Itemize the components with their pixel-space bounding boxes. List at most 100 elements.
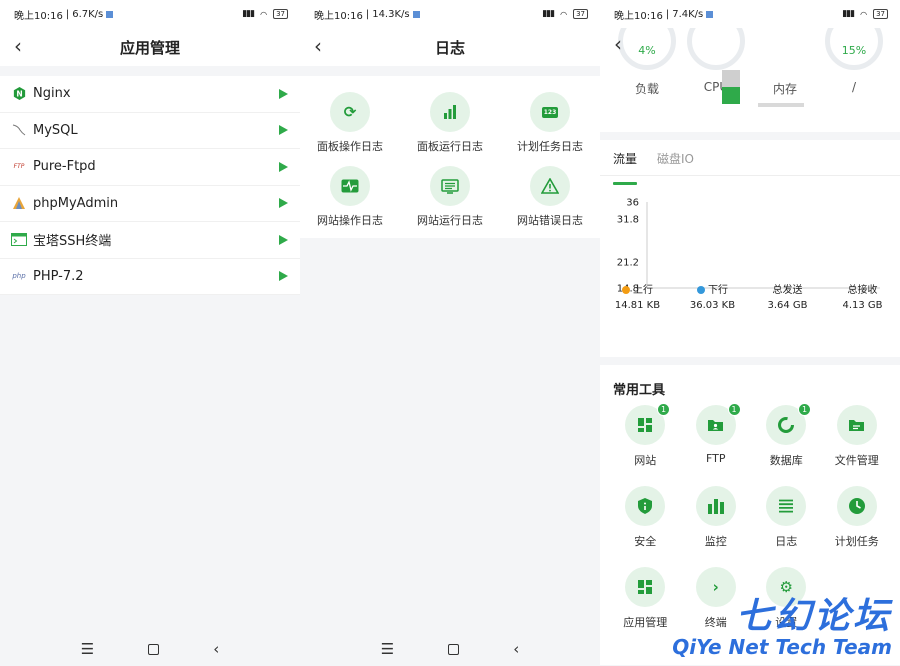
home-icon[interactable] bbox=[448, 643, 460, 655]
shield-icon bbox=[625, 486, 666, 526]
gauge-ring bbox=[756, 28, 814, 70]
svg-text:N: N bbox=[16, 90, 22, 99]
app-item-mysql[interactable]: MySQL bbox=[0, 113, 300, 149]
status-bar: 晚上10:16 | 7.4K/s ▮▮▮ ◠ 37 bbox=[600, 0, 900, 28]
calendar-icon: 123 bbox=[530, 92, 570, 132]
tool-label: 日志 bbox=[775, 535, 798, 548]
app-bar: ‹ 应用管理 bbox=[0, 28, 300, 66]
home-icon[interactable] bbox=[148, 643, 160, 655]
status-speed: 14.3K/s bbox=[372, 8, 410, 20]
tool-logs[interactable]: 日志 bbox=[751, 486, 822, 562]
log-label: 网站运行日志 bbox=[417, 214, 483, 227]
app-bar: ‹ 日志 bbox=[300, 28, 600, 66]
monitor-bars-icon bbox=[695, 486, 736, 526]
forum-watermark: 七幻论坛 QiYe Net Tech Team bbox=[672, 596, 892, 659]
stat-value: 4.13 GB bbox=[842, 300, 883, 311]
play-icon[interactable] bbox=[279, 88, 288, 99]
tool-label: 应用管理 bbox=[623, 616, 668, 629]
terminal-icon bbox=[10, 233, 28, 247]
log-item-panel-run[interactable]: 面板运行日志 bbox=[400, 92, 500, 154]
calendar-glyph: 123 bbox=[541, 106, 559, 118]
tool-monitor[interactable]: 监控 bbox=[681, 486, 752, 562]
tool-website[interactable]: 1 网站 bbox=[610, 403, 681, 481]
signal-icon: ▮▮▮ bbox=[542, 9, 555, 19]
app-item-pure-ftpd[interactable]: FTP Pure-Ftpd bbox=[0, 149, 300, 186]
tool-security[interactable]: 安全 bbox=[610, 486, 681, 562]
gauge-memory: 内存 bbox=[755, 28, 815, 97]
loading-indicator bbox=[722, 70, 740, 104]
tool-file-manager[interactable]: 文件管理 bbox=[822, 405, 893, 481]
log-item-site-run[interactable]: 网站运行日志 bbox=[400, 166, 500, 228]
system-nav-bar: ☰ ‹ bbox=[300, 632, 600, 666]
wifi-icon: ◠ bbox=[260, 9, 268, 19]
stat-download: 下行 36.03 KB bbox=[675, 283, 750, 313]
logs-screen: 晚上10:16 | 14.3K/s ▮▮▮ ◠ 37 ‹ 日志 ⟳ 面板操作日志 面板运… bbox=[300, 0, 600, 666]
gauge-label: / bbox=[851, 80, 857, 94]
chart-y-tick-label: 36 bbox=[626, 198, 639, 209]
log-label: 面板操作日志 bbox=[317, 140, 383, 153]
log-item-cron[interactable]: 123 计划任务日志 bbox=[500, 92, 600, 154]
tool-cron[interactable]: 计划任务 bbox=[822, 486, 893, 562]
back-arrow-icon[interactable]: ‹ bbox=[14, 36, 22, 56]
log-grid: ⟳ 面板操作日志 面板运行日志 123 计划任务日志 网站操作日志 网站运行日志… bbox=[300, 76, 600, 238]
chart-y-tick-label: 21.2 bbox=[617, 258, 639, 269]
tool-database[interactable]: 1 数据库 bbox=[751, 403, 822, 481]
app-item-ssh-terminal[interactable]: 宝塔SSH终端 bbox=[0, 222, 300, 259]
play-icon[interactable] bbox=[279, 234, 288, 245]
tool-app-manager[interactable]: 应用管理 bbox=[610, 567, 681, 643]
back-arrow-icon[interactable]: ‹ bbox=[314, 36, 322, 56]
notification-icon bbox=[106, 10, 114, 18]
tool-ftp[interactable]: 1 FTP bbox=[681, 403, 752, 481]
ftp-icon: FTP bbox=[13, 163, 25, 171]
page-title: 应用管理 bbox=[119, 38, 180, 57]
app-list: N Nginx MySQL FTP Pure-Ftpd phpMyAdmin 宝… bbox=[0, 76, 300, 295]
signal-icon: ▮▮▮ bbox=[842, 9, 855, 19]
download-dot-icon bbox=[697, 286, 705, 294]
back-nav-icon[interactable]: ‹ bbox=[513, 640, 519, 658]
app-manager-screen: 晚上10:16 | 6.7K/s ▮▮▮ ◠ 37 ‹ 应用管理 N Nginx MyS… bbox=[0, 0, 300, 666]
wifi-icon: ◠ bbox=[860, 9, 868, 19]
app-item-phpmyadmin[interactable]: phpMyAdmin bbox=[0, 186, 300, 222]
log-item-site-operation[interactable]: 网站操作日志 bbox=[300, 166, 400, 228]
battery-icon: 37 bbox=[573, 9, 588, 19]
app-name: Nginx bbox=[33, 86, 71, 102]
play-icon[interactable] bbox=[279, 271, 288, 282]
log-lines-icon bbox=[766, 486, 807, 526]
traffic-card: 流量 磁盘IO 3631.821.214.816:28 上行 14.81 KB … bbox=[600, 140, 900, 357]
upload-dot-icon bbox=[622, 286, 630, 294]
tab-traffic[interactable]: 流量 bbox=[613, 150, 638, 185]
tool-label: 计划任务 bbox=[834, 535, 879, 548]
back-arrow-icon[interactable]: ‹ bbox=[614, 34, 622, 54]
log-item-panel-operation[interactable]: ⟳ 面板操作日志 bbox=[300, 92, 400, 154]
back-nav-icon[interactable]: ‹ bbox=[213, 640, 219, 658]
tool-badge: 1 bbox=[798, 403, 811, 416]
log-item-site-error[interactable]: 网站错误日志 bbox=[500, 166, 600, 228]
log-label: 网站错误日志 bbox=[517, 214, 583, 227]
gauge-ring bbox=[687, 28, 745, 70]
tool-label: 安全 bbox=[634, 535, 657, 548]
battery-icon: 37 bbox=[873, 9, 888, 19]
bar-chart-icon bbox=[430, 92, 470, 132]
gauge-load: 4% 负载 bbox=[617, 28, 677, 97]
menu-icon[interactable]: ☰ bbox=[381, 640, 394, 658]
stat-label: 总接收 bbox=[847, 285, 878, 296]
app-item-nginx[interactable]: N Nginx bbox=[0, 76, 300, 113]
tab-disk-io[interactable]: 磁盘IO bbox=[657, 150, 694, 175]
watermark-title: 七幻论坛 bbox=[735, 596, 892, 637]
stat-label: 上行 bbox=[633, 285, 653, 296]
play-icon[interactable] bbox=[279, 125, 288, 136]
watermark-subtitle: QiYe Net Tech Team bbox=[672, 635, 892, 659]
phpmyadmin-icon bbox=[10, 196, 28, 210]
page-title: 日志 bbox=[434, 38, 465, 57]
tool-label: 文件管理 bbox=[834, 454, 879, 467]
tool-badge: 1 bbox=[657, 403, 670, 416]
play-icon[interactable] bbox=[279, 198, 288, 209]
app-name: 宝塔SSH终端 bbox=[33, 234, 112, 250]
tool-label: 数据库 bbox=[769, 454, 803, 467]
status-speed: 6.7K/s bbox=[72, 8, 104, 20]
status-time: 晚上10:16 bbox=[314, 10, 363, 22]
play-icon[interactable] bbox=[279, 161, 288, 172]
app-item-php[interactable]: php PHP-7.2 bbox=[0, 259, 300, 295]
menu-icon[interactable]: ☰ bbox=[81, 640, 94, 658]
warning-icon bbox=[530, 166, 570, 206]
